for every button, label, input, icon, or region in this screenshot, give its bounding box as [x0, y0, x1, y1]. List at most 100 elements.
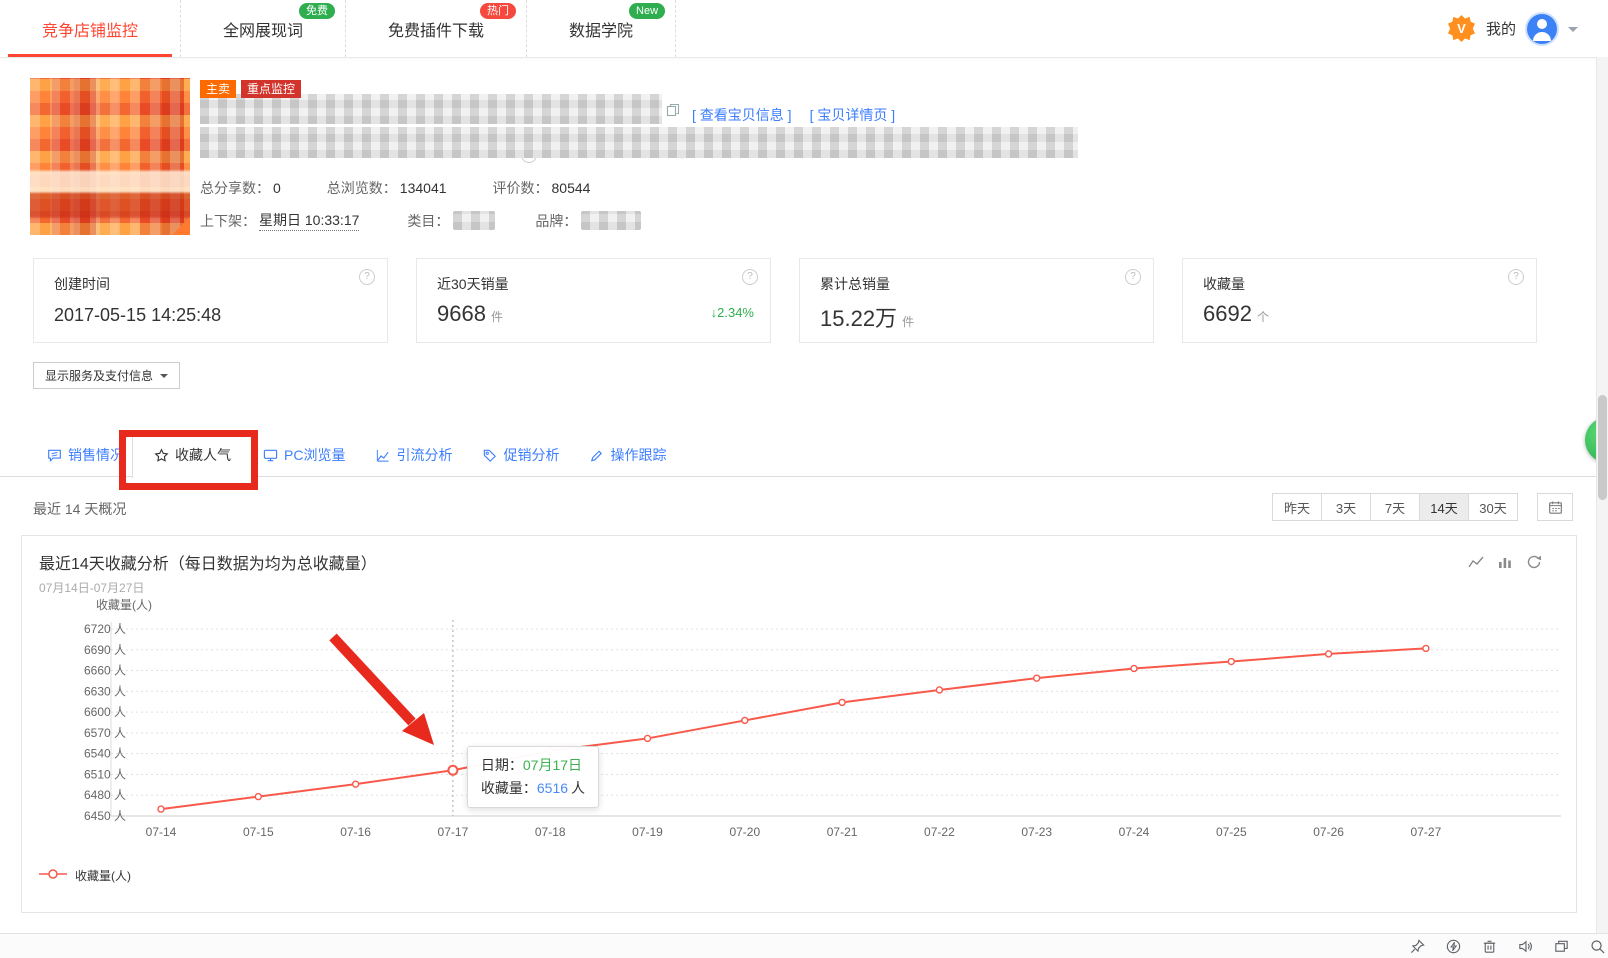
listing-schedule[interactable]: 星期日 10:33:17	[259, 210, 360, 231]
star-icon	[154, 447, 169, 463]
trash-icon[interactable]	[1481, 938, 1498, 955]
tab-促销分析[interactable]: 促销分析	[482, 433, 559, 477]
kpi-card-title: 近30天销量	[437, 276, 509, 292]
svg-text:07-23: 07-23	[1021, 825, 1052, 839]
nav-tab[interactable]: 数据学院 New	[527, 0, 677, 57]
edit-icon	[589, 448, 604, 463]
product-links: [ 查看宝贝信息 ] [ 宝贝详情页 ]	[692, 105, 895, 125]
tab-label: PC浏览量	[284, 447, 346, 463]
chevron-down-icon	[160, 373, 169, 382]
product-title-blurred-line2	[200, 127, 1078, 158]
product-link[interactable]: [ 宝贝详情页 ]	[810, 105, 896, 125]
range-button-14天[interactable]: 14天	[1419, 493, 1469, 521]
product-link[interactable]: [ 查看宝贝信息 ]	[692, 105, 792, 125]
svg-text:6570 人: 6570 人	[84, 726, 126, 740]
help-icon[interactable]: ?	[1125, 269, 1141, 285]
legend-label: 收藏量(人)	[75, 869, 131, 883]
svg-text:6450 人: 6450 人	[84, 809, 126, 823]
product-image[interactable]	[30, 78, 190, 235]
tooltip-value-label: 收藏量：	[480, 780, 537, 797]
category-value-blurred	[453, 211, 496, 230]
line-chart-icon[interactable]	[1468, 554, 1484, 570]
nav-tab[interactable]: 免费插件下载 热门	[346, 0, 528, 57]
calendar-button[interactable]	[1537, 493, 1573, 521]
kpi-card-title: 累计总销量	[820, 276, 890, 292]
scrollbar[interactable]	[1596, 57, 1608, 933]
svg-text:07-27: 07-27	[1411, 825, 1442, 839]
nav-tab[interactable]: 全网展现词 免费	[181, 0, 347, 57]
time-range-group: 昨天 3天 7天 14天 30天	[1272, 493, 1518, 521]
kpi-card: 创建时间 2017-05-15 14:25:48?	[33, 258, 388, 343]
bar-chart-icon[interactable]	[1497, 554, 1513, 570]
tab-PC浏览量[interactable]: PC浏览量	[263, 433, 345, 477]
search-icon[interactable]	[1589, 938, 1606, 955]
svg-text:07-14: 07-14	[146, 825, 177, 839]
tooltip-date-label: 日期：	[480, 757, 523, 774]
chevron-down-icon[interactable]	[1568, 26, 1578, 37]
copy-icon[interactable]	[666, 103, 680, 117]
browser-bottom-bar	[0, 933, 1608, 958]
tab-label: 促销分析	[503, 447, 560, 463]
kpi-cards: 创建时间 2017-05-15 14:25:48? 近30天销量 9668 件? ↓2.3…	[33, 258, 1537, 343]
nav-tab-label: 竞争店铺监控	[42, 22, 139, 40]
section-tabs-bar: 销售情况 收藏人气 PC浏览量 引流分析 促销分析 操作跟踪	[0, 431, 1608, 478]
product-badges: 主卖 重点监控	[200, 80, 302, 98]
chart-subtitle: 07月14日-07月27日	[39, 581, 145, 595]
category-label: 类目：	[407, 212, 450, 229]
window-icon[interactable]	[1553, 938, 1570, 955]
tab-销售情况[interactable]: 销售情况	[47, 433, 124, 477]
nav-tab-badge: 热门	[480, 3, 517, 19]
product-stat: 评价数： 80544	[492, 180, 591, 196]
nav-right: V 我的	[1447, 0, 1608, 57]
svg-text:6660 人: 6660 人	[84, 664, 126, 678]
chat-icon	[47, 448, 62, 463]
nav-tab-label: 免费插件下载	[388, 22, 485, 40]
kpi-card-unit: 件	[490, 310, 503, 324]
tag-icon	[482, 448, 497, 463]
refresh-icon[interactable]	[1526, 554, 1542, 570]
help-icon[interactable]: ?	[359, 269, 375, 285]
tab-label: 收藏人气	[175, 447, 231, 463]
tab-收藏人气[interactable]: 收藏人气	[132, 431, 253, 478]
kpi-card-unit: 个	[1256, 310, 1269, 324]
svg-text:07-17: 07-17	[438, 825, 469, 839]
tab-label: 操作跟踪	[610, 447, 667, 463]
pin-icon[interactable]	[1409, 938, 1426, 955]
chart-toolbox	[1468, 554, 1542, 570]
svg-text:07-24: 07-24	[1119, 825, 1150, 839]
listing-row: 上下架： 星期日 10:33:17 类目： 品牌：	[200, 210, 642, 231]
kpi-card-value: 2017-05-15 14:25:48	[54, 305, 222, 325]
scrollbar-thumb[interactable]	[1598, 395, 1607, 500]
trend-icon	[375, 448, 390, 463]
my-account-label[interactable]: 我的	[1486, 18, 1516, 39]
kpi-card-value: 6692 个	[1203, 301, 1269, 326]
page: 竞争店铺监控 全网展现词 免费 免费插件下载 热门 数据学院 New V 我的 主卖 重点监控…	[0, 0, 1608, 958]
vip-badge-icon: V	[1447, 15, 1475, 42]
chart-tooltip: 日期：07月17日 收藏量：6516 人	[466, 746, 600, 809]
svg-text:07-26: 07-26	[1313, 825, 1344, 839]
kpi-card-title: 收藏量	[1203, 276, 1245, 292]
product-badge: 重点监控	[241, 80, 302, 98]
nav-tab-label: 数据学院	[569, 22, 634, 40]
volume-icon[interactable]	[1517, 938, 1534, 955]
tab-引流分析[interactable]: 引流分析	[375, 433, 452, 477]
tab-label: 引流分析	[396, 447, 453, 463]
svg-text:07-22: 07-22	[924, 825, 955, 839]
range-button-3天[interactable]: 3天	[1321, 493, 1371, 521]
range-button-30天[interactable]: 30天	[1468, 493, 1518, 521]
flash-icon[interactable]	[1445, 938, 1462, 955]
avatar[interactable]	[1527, 13, 1557, 44]
kpi-card: 收藏量 6692 个?	[1182, 258, 1537, 343]
tab-操作跟踪[interactable]: 操作跟踪	[589, 433, 666, 477]
line-chart[interactable]: 6450 人 6480 人 6510 人 6540 人 6570 人 6600 人 6630…	[22, 614, 1578, 849]
range-button-昨天[interactable]: 昨天	[1272, 493, 1322, 521]
svg-text:6540 人: 6540 人	[84, 747, 126, 761]
chart-legend[interactable]: 收藏量(人)	[38, 867, 131, 884]
toggle-service-info-button[interactable]: 显示服务及支付信息	[33, 362, 181, 389]
overview-label: 最近 14 天概况	[33, 501, 127, 517]
product-stats-row: 总分享数： 0 总浏览数： 134041 评价数： 80544	[200, 178, 590, 198]
range-button-7天[interactable]: 7天	[1370, 493, 1420, 521]
nav-tab[interactable]: 竞争店铺监控	[0, 0, 182, 57]
help-icon[interactable]: ?	[1508, 269, 1524, 285]
help-icon[interactable]: ?	[742, 269, 758, 285]
